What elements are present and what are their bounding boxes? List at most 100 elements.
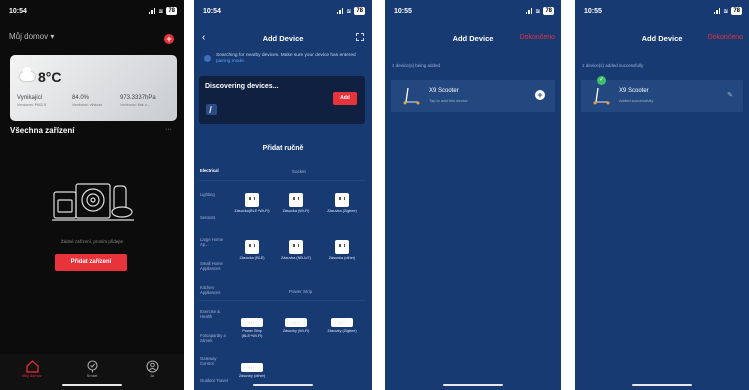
tab-label: Já: [149, 373, 155, 378]
product-strip-other[interactable]: ▫▫▫ Zásuvky (other): [234, 363, 270, 379]
devices-title: Všechna zařízení: [10, 126, 75, 135]
chevron-down-icon: ▾: [50, 32, 55, 41]
more-icon[interactable]: ···: [165, 126, 172, 133]
category-sensors[interactable]: Sensors: [200, 215, 228, 220]
product-label: Zásuvka (BLE): [239, 256, 265, 260]
edit-icon[interactable]: ✎: [727, 91, 733, 99]
status-bar: 10:54 ≋ 78: [0, 0, 184, 22]
home-icon: [25, 360, 39, 373]
product-label: Zásuvka(BLE+Wi-Fi): [234, 209, 270, 213]
discover-add-button[interactable]: Add: [333, 92, 357, 105]
scooter-icon: [206, 104, 217, 115]
category-large-home[interactable]: Large Home Ap...: [200, 237, 228, 247]
product-socket-ble-wifi[interactable]: Zásuvka(BLE+Wi-Fi): [234, 193, 270, 214]
weather-value: 973.3337hPa: [120, 95, 156, 101]
category-exercise[interactable]: Exercise & Health: [200, 309, 228, 319]
status-time: 10:55: [584, 8, 602, 15]
tab-smart[interactable]: Smart: [72, 358, 112, 378]
weather-label: Venkovní PM2.5: [17, 102, 47, 107]
category-small-home[interactable]: Small Home Appliances: [200, 261, 228, 271]
status-bar: 10:55 ≋ 78: [385, 0, 561, 22]
device-name: X9 Scooter: [429, 88, 459, 94]
product-socket-nbiot[interactable]: Zásuvka (NB-IoT): [278, 240, 314, 261]
scooter-icon: [403, 87, 420, 105]
device-name: X9 Scooter: [619, 88, 649, 94]
weather-pressure: 973.3337hPa Venkovní tlak v...: [120, 95, 156, 107]
divider: [199, 180, 365, 181]
phone-device-added: 10:55 ≋ 78 Add Device Dokončeno 1 device…: [575, 0, 749, 390]
home-indicator: [62, 384, 122, 386]
product-label: Zásuvka (NB-IoT): [281, 256, 311, 260]
status-time: 10:54: [203, 8, 221, 15]
phone-device-found: 10:55 ≋ 78 Add Device Dokončeno 1 device…: [385, 0, 561, 390]
add-device-button[interactable]: Přidat zařízení: [55, 254, 127, 271]
battery-icon: 78: [543, 7, 554, 15]
weather-card[interactable]: 8°C Vynikající Venkovní PM2.5 84.0% Venk…: [10, 55, 177, 121]
home-indicator: [443, 384, 503, 386]
empty-devices-illustration: [52, 183, 134, 221]
status-time: 10:54: [9, 8, 27, 15]
wifi-icon: ≋: [346, 8, 352, 15]
status-time: 10:55: [394, 8, 412, 15]
category-outdoor[interactable]: Outdoor Travel: [200, 378, 228, 383]
home-indicator: [632, 384, 692, 386]
tab-profile[interactable]: Já: [132, 358, 172, 378]
tab-label: Můj domov: [22, 373, 42, 378]
socket-icon: [289, 240, 303, 254]
product-label: Zásuvky (Zigbee): [327, 329, 357, 333]
product-strip-zigbee[interactable]: ▫▫▫ Zásuvky (Zigbee): [324, 318, 360, 334]
product-strip-ble-wifi[interactable]: ▫▫▫ Power Strip (BLE+Wi-Fi): [234, 318, 270, 338]
socket-icon: [245, 193, 259, 207]
power-strip-icon: ▫▫▫: [331, 318, 353, 327]
product-strip-wifi[interactable]: ▫▫▫ Zásuvky (Wi-Fi): [278, 318, 314, 334]
category-electrical[interactable]: Electrical: [200, 168, 228, 173]
home-name: Můj domov: [9, 32, 49, 41]
wifi-icon: ≋: [723, 8, 729, 15]
category-gateway[interactable]: Gateway Control: [200, 356, 228, 366]
wifi-icon: ≋: [158, 8, 164, 15]
weather-label: Venkovní tlak v...: [120, 102, 150, 107]
product-socket-other[interactable]: Zásuvka (other): [324, 240, 360, 261]
product-socket-wifi[interactable]: Zásuvka (Wi-Fi): [278, 193, 314, 214]
add-device-icon[interactable]: +: [535, 90, 545, 100]
scooter-icon: [593, 87, 610, 105]
phone-home-screen: 10:54 ≋ 78 Můj domov ▾ + 8°C Vynikající …: [0, 0, 184, 390]
category-cameras-locks[interactable]: Fotoaparáty a zámek: [200, 333, 228, 343]
device-status: Tap to add this device: [429, 98, 468, 103]
product-socket-zigbee[interactable]: Zásuvka (Zigbee): [324, 193, 360, 214]
done-link[interactable]: Dokončeno: [520, 34, 555, 41]
signal-icon: [713, 8, 721, 14]
temperature: 8°C: [38, 69, 62, 85]
pairing-mode-link[interactable]: pairing mode.: [216, 59, 245, 64]
phone-add-device-search: 10:54 ≋ 78 ‹ Add Device Searching for ne…: [194, 0, 372, 390]
add-icon[interactable]: +: [164, 34, 174, 44]
weather-pm25: Vynikající Venkovní PM2.5: [17, 95, 46, 107]
product-label: Zásuvka (other): [328, 256, 356, 260]
page-title: Add Device: [262, 34, 304, 43]
home-selector[interactable]: Můj domov ▾: [9, 32, 54, 41]
category-lighting[interactable]: Lighting: [200, 192, 228, 197]
divider: [199, 300, 365, 301]
cloud-icon: [20, 67, 35, 81]
scan-icon[interactable]: [356, 33, 364, 41]
product-label: Zásuvky (Wi-Fi): [282, 329, 310, 333]
weather-humidity: 84.0% Venkovní vlhkost: [72, 95, 102, 107]
section-socket: Socket: [292, 169, 306, 174]
manual-add-title: Přidat ručně: [262, 145, 304, 152]
category-kitchen[interactable]: Kitchen Appliances: [200, 285, 228, 295]
power-strip-icon: ▫▫▫: [285, 318, 307, 327]
device-card[interactable]: X9 Scooter Tap to add this device +: [391, 80, 555, 112]
tab-home[interactable]: Můj domov: [12, 358, 52, 378]
done-link[interactable]: Dokončeno: [708, 34, 743, 41]
battery-icon: 78: [166, 7, 177, 15]
search-message-text: Searching for nearby devices. Make sure …: [216, 53, 356, 58]
section-power-strip: Power Strip: [289, 289, 313, 294]
socket-icon: [335, 193, 349, 207]
weather-value: Vynikající: [17, 95, 43, 101]
socket-icon: [335, 240, 349, 254]
search-message: Searching for nearby devices. Make sure …: [204, 53, 366, 65]
wifi-icon: ≋: [535, 8, 541, 15]
device-card[interactable]: ✓ X9 Scooter Added successfully ✎: [581, 76, 743, 112]
product-socket-ble[interactable]: Zásuvka (BLE): [234, 240, 270, 261]
profile-icon: [145, 360, 159, 373]
